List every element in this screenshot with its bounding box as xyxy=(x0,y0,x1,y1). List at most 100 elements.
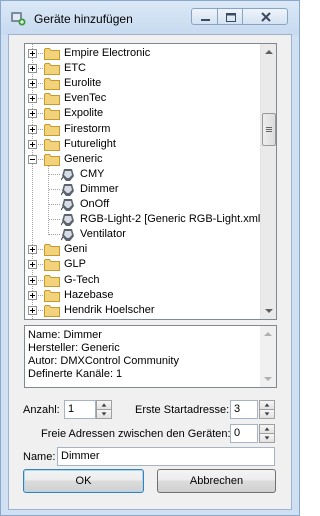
close-button[interactable] xyxy=(242,8,288,25)
tree-folder-item[interactable]: Generic xyxy=(25,152,262,167)
info-line-channels: Definerte Kanäle: 1 xyxy=(28,368,123,380)
add-devices-icon xyxy=(11,12,26,26)
tree-folder-item[interactable]: EvenTec xyxy=(25,91,262,106)
dialog-window: Geräte hinzufügen Empire Electronic ETC Eu… xyxy=(0,0,300,516)
device-tree[interactable]: Empire Electronic ETC Eurolite EvenTec Expol… xyxy=(24,43,277,320)
title-bar[interactable]: Geräte hinzufügen xyxy=(1,1,299,35)
tree-vertical-scrollbar[interactable] xyxy=(260,44,276,319)
expand-icon[interactable] xyxy=(28,124,37,134)
maximize-button[interactable] xyxy=(217,8,243,25)
folder-icon xyxy=(44,92,60,106)
tree-item-label: RGB-Light-2 [Generic RGB-Light.xml] xyxy=(80,213,262,226)
tree-folder-item[interactable]: G-Tech xyxy=(25,273,262,288)
light-device-icon xyxy=(60,213,75,227)
tree-folder-item[interactable]: GLP xyxy=(25,257,262,272)
startadresse-input[interactable]: 3 xyxy=(230,400,258,419)
info-line-author: Autor: DMXControl Community xyxy=(28,355,179,367)
startadresse-down-icon[interactable] xyxy=(259,409,275,419)
freie-adressen-input[interactable]: 0 xyxy=(230,424,258,443)
info-line-manufacturer: Hersteller: Generic xyxy=(28,342,120,354)
tree-item-label: Geni xyxy=(64,243,88,256)
folder-icon xyxy=(44,304,60,317)
tree-folder-item[interactable]: Eurolite xyxy=(25,76,262,91)
minimize-icon xyxy=(201,19,210,21)
tree-item-label: Dimmer xyxy=(80,182,119,195)
tree-device-item[interactable]: CMY xyxy=(25,167,262,182)
expand-icon[interactable] xyxy=(28,94,37,104)
expand-icon[interactable] xyxy=(28,290,37,300)
scroll-up-arrow-icon[interactable] xyxy=(261,44,277,60)
device-info-box[interactable]: Name: Dimmer Hersteller: Generic Autor: … xyxy=(24,325,277,388)
scroll-down-arrow-icon[interactable] xyxy=(261,303,277,319)
expand-icon[interactable] xyxy=(28,64,37,74)
light-device-icon xyxy=(60,228,75,242)
name-input[interactable]: Dimmer xyxy=(57,447,275,466)
folder-icon xyxy=(44,77,60,91)
folder-icon xyxy=(44,289,60,302)
light-device-icon xyxy=(60,183,75,197)
anzahl-input[interactable]: 1 xyxy=(64,400,96,419)
device-tree-viewport: Empire Electronic ETC Eurolite EvenTec Expol… xyxy=(25,44,262,319)
name-label: Name: xyxy=(23,451,56,463)
tree-item-label: Futurelight xyxy=(64,137,116,150)
tree-folder-item[interactable]: Geni xyxy=(25,242,262,257)
tree-item-label: Generic xyxy=(64,152,103,165)
folder-icon xyxy=(44,47,60,60)
tree-folder-item[interactable]: Empire Electronic xyxy=(25,46,262,61)
tree-item-label: Hazebase xyxy=(64,288,114,301)
expand-icon[interactable] xyxy=(28,305,37,315)
dialog-content: Empire Electronic ETC Eurolite EvenTec Expol… xyxy=(8,34,292,510)
expand-icon[interactable] xyxy=(28,109,37,119)
anzahl-label: Anzahl: xyxy=(23,404,60,416)
anzahl-stepper[interactable] xyxy=(96,400,112,419)
tree-folder-item[interactable]: Hazebase xyxy=(25,288,262,303)
info-scroll-down-icon[interactable] xyxy=(260,371,276,387)
tree-device-item[interactable]: OnOff xyxy=(25,197,262,212)
close-icon xyxy=(261,12,271,22)
info-vertical-scrollbar[interactable] xyxy=(260,326,276,387)
startadresse-stepper[interactable] xyxy=(259,400,275,419)
ok-button[interactable]: OK xyxy=(23,469,144,493)
collapse-icon[interactable] xyxy=(28,154,37,164)
expand-icon[interactable] xyxy=(28,260,37,270)
tree-folder-item[interactable]: ETC xyxy=(25,61,262,76)
info-line-name: Name: Dimmer xyxy=(28,329,102,341)
folder-open-icon xyxy=(44,153,60,166)
expand-icon[interactable] xyxy=(28,139,37,149)
freie-adressen-stepper[interactable] xyxy=(259,424,275,443)
folder-icon xyxy=(44,62,60,76)
tree-item-label: Empire Electronic xyxy=(64,47,151,59)
tree-folder-item[interactable]: Firestorm xyxy=(25,122,262,137)
tree-item-label: G-Tech xyxy=(64,273,100,286)
expand-icon[interactable] xyxy=(28,49,37,58)
folder-icon xyxy=(44,138,60,151)
window-title: Geräte hinzufügen xyxy=(34,12,133,26)
light-device-icon xyxy=(60,168,75,182)
tree-device-item[interactable]: RGB-Light-2 [Generic RGB-Light.xml] xyxy=(25,212,262,227)
freie-adressen-down-icon[interactable] xyxy=(259,433,275,443)
folder-icon xyxy=(44,107,60,121)
tree-scroll-thumb[interactable] xyxy=(262,113,276,146)
tree-device-item[interactable]: Dimmer xyxy=(25,182,262,197)
maximize-icon xyxy=(226,13,236,22)
tree-device-item[interactable]: Ventilator xyxy=(25,227,262,242)
anzahl-down-icon[interactable] xyxy=(96,409,112,419)
expand-icon[interactable] xyxy=(28,245,37,255)
tree-item-label: OnOff xyxy=(80,198,110,210)
tree-item-label: Hendrik Hoelscher xyxy=(64,303,155,316)
expand-icon[interactable] xyxy=(28,275,37,285)
tree-folder-item[interactable]: Hendrik Hoelscher xyxy=(25,303,262,318)
expand-icon[interactable] xyxy=(28,79,37,89)
tree-item-label: Firestorm xyxy=(64,122,111,135)
tree-folder-item[interactable]: Futurelight xyxy=(25,137,262,152)
folder-icon xyxy=(44,123,60,136)
info-scroll-up-icon[interactable] xyxy=(260,326,276,342)
tree-folder-item[interactable]: Expolite xyxy=(25,106,262,121)
tree-item-label: Eurolite xyxy=(64,77,102,90)
cancel-button[interactable]: Abbrechen xyxy=(157,469,276,493)
tree-item-label: GLP xyxy=(64,258,87,271)
tree-item-label: CMY xyxy=(80,167,105,180)
tree-item-label: Ventilator xyxy=(80,228,126,241)
minimize-button[interactable] xyxy=(191,8,218,25)
startadresse-label: Erste Startadresse: xyxy=(135,404,230,416)
